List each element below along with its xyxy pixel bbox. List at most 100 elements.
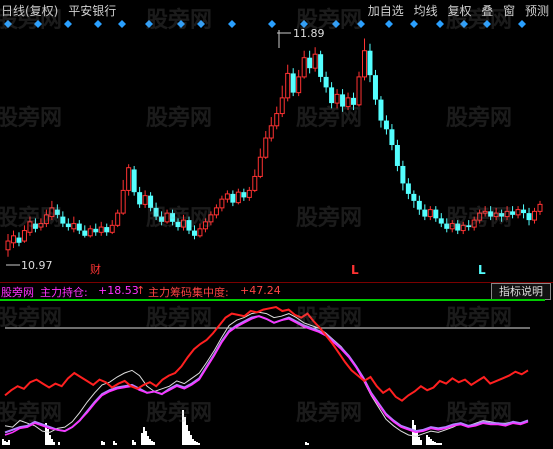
- signal-diamond-icon: [177, 20, 185, 28]
- menu-adjust[interactable]: 复权: [447, 4, 471, 18]
- indicator-bar: [432, 441, 434, 445]
- indicator-bar: [51, 439, 53, 445]
- signal-diamond-icon: [4, 20, 12, 28]
- candle: [444, 218, 450, 233]
- candle: [394, 139, 400, 172]
- signal-diamond-icon: [145, 20, 153, 28]
- candle: [510, 206, 516, 219]
- candle: [257, 148, 263, 179]
- concentration-label: 主力筹码集中度:: [148, 286, 229, 299]
- menu-add-watchlist[interactable]: 加自选: [368, 4, 404, 18]
- candlestick-chart[interactable]: 11.89 10.97 财 L L: [0, 20, 553, 282]
- indicator-bar: [151, 441, 153, 445]
- event-marker-cai[interactable]: 财: [90, 262, 101, 276]
- indicator-bar: [194, 441, 196, 445]
- signal-markers: [4, 20, 526, 28]
- candle: [104, 223, 110, 236]
- candle: [296, 69, 302, 97]
- indicator-bar: [145, 431, 147, 445]
- candle: [268, 117, 274, 142]
- period-label[interactable]: 日线(复权): [1, 4, 58, 18]
- candle: [131, 165, 137, 196]
- low-price-label: 10.97: [21, 259, 53, 272]
- signal-diamond-icon: [197, 20, 205, 28]
- candle: [345, 92, 351, 111]
- candle: [515, 206, 521, 219]
- candle: [5, 234, 11, 257]
- candle: [290, 68, 296, 97]
- candle: [115, 209, 121, 228]
- indicator-explain-button[interactable]: 指标说明: [491, 283, 551, 300]
- candle: [246, 186, 252, 201]
- indicator-bar: [8, 440, 10, 445]
- price-chart[interactable]: 11.89 10.97 财 L L: [0, 20, 553, 282]
- indicator-panel[interactable]: [0, 299, 553, 445]
- candle: [224, 190, 230, 203]
- candle: [389, 124, 395, 151]
- indicator-bar: [101, 441, 103, 445]
- candle: [405, 178, 411, 200]
- candle: [400, 160, 406, 191]
- candle: [351, 92, 357, 111]
- candle: [181, 214, 187, 231]
- candle: [318, 50, 324, 83]
- candle: [263, 131, 269, 159]
- signal-diamond-icon: [34, 20, 42, 28]
- white-line: [4, 311, 529, 437]
- menu-forecast[interactable]: 预测: [525, 4, 549, 18]
- menu-moving-average[interactable]: 均线: [414, 4, 438, 18]
- candle: [532, 207, 538, 224]
- candle: [235, 188, 241, 205]
- candle: [537, 200, 543, 215]
- purple-line: [4, 315, 529, 434]
- candle: [422, 204, 428, 221]
- candle: [301, 50, 307, 79]
- indicator-bar: [113, 441, 115, 445]
- candle: [197, 223, 203, 238]
- candle: [21, 225, 27, 243]
- candle: [230, 190, 236, 207]
- candle: [76, 220, 82, 235]
- candle: [356, 71, 362, 107]
- candle: [460, 221, 466, 235]
- candle: [526, 207, 532, 226]
- candle: [16, 232, 22, 247]
- candle: [455, 220, 461, 235]
- menu-overlay[interactable]: 叠: [481, 4, 493, 18]
- chart-title: 日线(复权) 平安银行: [1, 2, 122, 19]
- indicator-bar: [49, 435, 51, 445]
- up-arrow-icon: ↑: [136, 284, 146, 297]
- signal-diamond-icon: [268, 20, 276, 28]
- signal-diamond-icon: [410, 20, 418, 28]
- candle: [367, 43, 373, 83]
- candle: [329, 82, 335, 109]
- indicator-bar: [418, 437, 420, 445]
- candle: [493, 207, 499, 221]
- candle: [416, 195, 422, 215]
- magenta-line: [4, 315, 529, 436]
- indicator-bar: [4, 441, 6, 445]
- candle: [323, 71, 329, 93]
- candle: [109, 220, 115, 235]
- volume-bars: [2, 410, 442, 445]
- signal-diamond-icon: [460, 20, 468, 28]
- candle: [482, 206, 488, 217]
- high-price-label: 11.89: [293, 27, 325, 40]
- signal-diamond-icon: [332, 20, 340, 28]
- candle: [427, 206, 433, 221]
- candle: [32, 218, 38, 233]
- signal-diamond-icon: [228, 20, 236, 28]
- signal-diamond-icon: [64, 20, 72, 28]
- candle: [504, 206, 510, 221]
- candle: [148, 192, 154, 212]
- candle: [202, 218, 208, 233]
- stock-name: 平安银行: [68, 4, 117, 18]
- menu-window[interactable]: 窗: [503, 4, 515, 18]
- candle: [93, 223, 99, 236]
- candle: [488, 206, 494, 221]
- candle: [438, 213, 444, 228]
- indicator-chart[interactable]: [0, 299, 553, 445]
- low-annotation: 10.97: [6, 259, 53, 272]
- candle: [361, 38, 367, 81]
- holding-label: 主力持仓:: [40, 286, 88, 299]
